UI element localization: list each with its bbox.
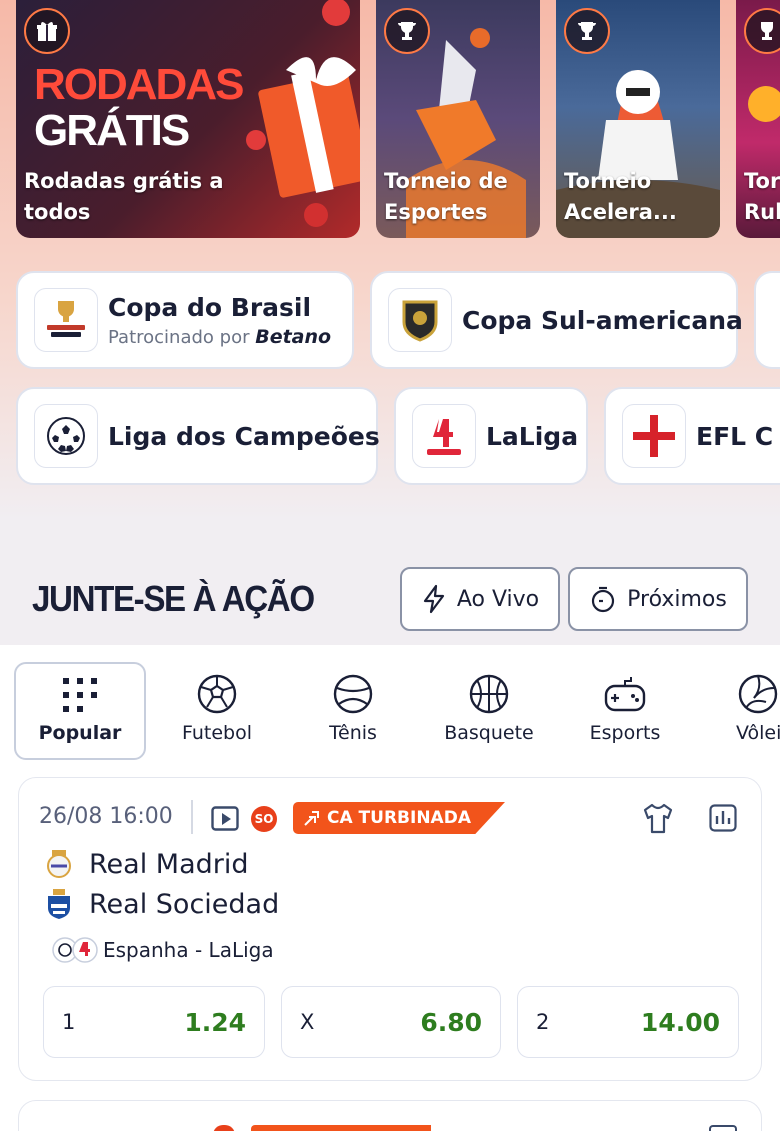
sport-label: Vôlei: [736, 722, 780, 744]
odd-button-draw[interactable]: X 6.80: [281, 986, 501, 1058]
sport-tab-tenis[interactable]: Tênis: [288, 662, 418, 760]
odd-label: 1: [62, 1010, 76, 1034]
away-team: Real Sociedad: [45, 888, 279, 920]
sport-tab-popular[interactable]: Popular: [14, 662, 146, 760]
sport-tab-futebol[interactable]: Futebol: [152, 662, 282, 760]
promo-card-partial[interactable]: Tor Rub: [736, 0, 780, 238]
league-pill-efl[interactable]: EFL C: [604, 387, 780, 485]
promo-title: Rodadas grátis a todos: [24, 169, 224, 224]
gift-icon-badge: [24, 8, 70, 54]
copa-do-brasil-logo: [34, 288, 98, 352]
divider: [191, 800, 193, 834]
league-pill-laliga[interactable]: LaLiga: [394, 387, 588, 485]
odd-label: 2: [536, 1010, 550, 1034]
upcoming-filter-label: Próximos: [627, 586, 727, 612]
basketball-icon: [469, 674, 509, 714]
section-title: JUNTE-SE À AÇÃO: [32, 578, 315, 619]
sponsor-brand: Betano: [255, 325, 332, 348]
boost-icon: [304, 811, 319, 826]
soccer-ball-icon: [197, 674, 237, 714]
league-name: Liga dos Campeões: [108, 421, 380, 451]
event-card[interactable]: 26/08 16:00 SO CA TURBINADA Real Madrid …: [18, 777, 762, 1081]
sport-tab-esports[interactable]: Esports: [560, 662, 690, 760]
promo-title: Tor Rub: [744, 169, 780, 224]
tennis-ball-icon: [333, 674, 373, 714]
promo-card-free-spins[interactable]: RODADAS GRÁTIS Rodadas grátis a todos: [16, 0, 360, 238]
gift-icon: [37, 22, 57, 41]
odd-value: 1.24: [184, 1007, 246, 1037]
live-filter-button[interactable]: Ao Vivo: [400, 567, 560, 631]
sport-label: Tênis: [329, 722, 377, 744]
promo-title: Torneio Acelera...: [564, 169, 677, 224]
lightning-icon: [423, 584, 444, 614]
league-name: EFL C: [696, 421, 774, 451]
trophy-icon-badge: [384, 8, 430, 54]
laliga-logo: [412, 404, 476, 468]
champions-league-ball-logo: [34, 404, 98, 468]
play-icon[interactable]: [211, 806, 239, 832]
sport-tab-volei[interactable]: Vôlei: [696, 662, 780, 760]
odd-value: 6.80: [420, 1007, 482, 1037]
trophy-icon: [761, 22, 773, 40]
trophy-icon-badge: [564, 8, 610, 54]
promo-title: Torneio de Esportes: [384, 169, 508, 224]
sport-label: Popular: [38, 722, 122, 744]
odd-value: 14.00: [640, 1007, 720, 1037]
next-card-so-badge-stub: [213, 1125, 235, 1131]
next-card-stats-stub: [709, 1125, 737, 1131]
stopwatch-icon: [592, 586, 615, 613]
jersey-icon[interactable]: [643, 802, 673, 834]
event-card-next[interactable]: [18, 1100, 762, 1131]
upcoming-filter-button[interactable]: Próximos: [568, 567, 748, 631]
boost-tag: CA TURBINADA: [293, 802, 505, 834]
sponsor-text: Patrocinado por Betano: [108, 325, 332, 348]
real-madrid-crest-icon: [45, 848, 73, 880]
promo-card-sports-tournament[interactable]: Torneio de Esportes: [376, 0, 540, 238]
odd-button-home[interactable]: 1 1.24: [43, 986, 265, 1058]
event-league: Espanha - LaLiga: [51, 936, 274, 964]
league-pill-partial[interactable]: [754, 271, 780, 369]
sport-label: Futebol: [181, 722, 253, 744]
live-filter-label: Ao Vivo: [456, 586, 540, 612]
promo-art-line1: RODADAS: [34, 60, 244, 109]
so-badge: SO: [251, 806, 277, 832]
league-pill-copa-do-brasil[interactable]: Copa do Brasil Patrocinado por Betano: [16, 271, 354, 369]
grid-icon: [63, 678, 97, 712]
league-label: Espanha - LaLiga: [103, 938, 274, 962]
home-team: Real Madrid: [45, 848, 249, 880]
event-datetime: 26/08 16:00: [39, 804, 173, 829]
next-card-boost-tag-stub: [251, 1125, 431, 1131]
away-team-name: Real Sociedad: [89, 888, 280, 920]
sport-label: Basquete: [444, 722, 534, 744]
promo-art-line2: GRÁTIS: [34, 106, 190, 155]
real-sociedad-crest-icon: [45, 888, 73, 920]
trophy-icon: [398, 22, 416, 40]
stats-icon[interactable]: [709, 804, 737, 832]
sport-tab-basquete[interactable]: Basquete: [424, 662, 554, 760]
league-name: Copa do Brasil: [108, 292, 312, 322]
league-name: LaLiga: [486, 421, 579, 451]
league-pill-champions[interactable]: Liga dos Campeões: [16, 387, 380, 485]
trophy-icon: [578, 22, 596, 40]
league-badges-icon: [52, 937, 98, 963]
gamepad-icon: [604, 677, 646, 712]
sul-americana-shield-logo: [388, 288, 452, 352]
volleyball-icon: [738, 674, 778, 714]
promo-card-racing-tournament[interactable]: Torneio Acelera...: [556, 0, 720, 238]
sport-label: Esports: [589, 722, 661, 744]
odd-label: X: [300, 1010, 315, 1034]
home-team-name: Real Madrid: [89, 848, 249, 880]
england-flag-logo: [622, 404, 686, 468]
league-pill-copa-sul-americana[interactable]: Copa Sul-americana: [370, 271, 743, 369]
league-name: Copa Sul-americana: [462, 305, 743, 335]
odd-button-away[interactable]: 2 14.00: [517, 986, 739, 1058]
